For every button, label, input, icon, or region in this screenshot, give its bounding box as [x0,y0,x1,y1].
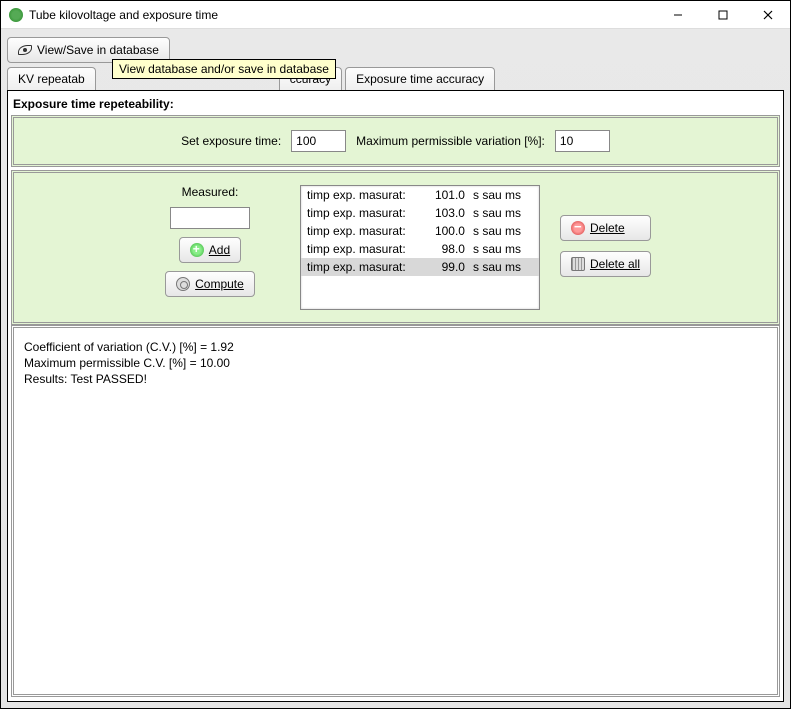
list-item[interactable]: timp exp. masurat:101.0s sau ms [301,186,539,204]
window-title: Tube kilovoltage and exposure time [29,8,655,22]
params-panel: Set exposure time: Maximum permissible v… [11,115,780,167]
group-frame: Exposure time repeteability: Set exposur… [7,90,784,702]
measure-grid: Measured: Add Compute timp exp. masurat:… [26,185,765,310]
group-title: Exposure time repeteability: [13,97,778,111]
delete-all-label: Delete all [590,257,640,271]
delete-all-button[interactable]: Delete all [560,251,651,277]
max-variation-label: Maximum permissible variation [%]: [356,134,545,148]
maximize-button[interactable] [700,1,745,28]
measurements-list[interactable]: timp exp. masurat:101.0s sau mstimp exp.… [300,185,540,310]
list-item[interactable]: timp exp. masurat:99.0s sau ms [301,258,539,276]
set-exposure-input[interactable] [291,130,346,152]
delete-label: Delete [590,221,625,235]
results-box: Coefficient of variation (C.V.) [%] = 1.… [11,325,780,697]
params-row: Set exposure time: Maximum permissible v… [26,130,765,152]
result-line-max: Maximum permissible C.V. [%] = 10.00 [24,356,767,370]
compute-label: Compute [195,277,244,291]
set-exposure-label: Set exposure time: [181,134,281,148]
view-save-label: View/Save in database [37,43,159,57]
measured-column: Measured: Add Compute [140,185,280,297]
list-item[interactable]: timp exp. masurat:98.0s sau ms [301,240,539,258]
window-controls [655,1,790,28]
plus-icon [190,243,204,257]
tooltip: View database and/or save in database [112,59,336,79]
eye-icon [18,45,32,55]
delete-button[interactable]: Delete [560,215,651,241]
measure-panel: Measured: Add Compute timp exp. masurat:… [11,170,780,325]
app-window: Tube kilovoltage and exposure time View/… [0,0,791,709]
list-item[interactable]: timp exp. masurat:100.0s sau ms [301,222,539,240]
toolbar: View/Save in database View database and/… [7,37,784,63]
minus-icon [571,221,585,235]
max-variation-input[interactable] [555,130,610,152]
measured-input[interactable] [170,207,250,229]
tab-exposure-time-accuracy[interactable]: Exposure time accuracy [345,67,495,90]
content-area: View/Save in database View database and/… [1,29,790,708]
app-icon [9,8,23,22]
delete-column: Delete Delete all [560,215,651,277]
result-line-cv: Coefficient of variation (C.V.) [%] = 1.… [24,340,767,354]
list-item[interactable]: timp exp. masurat:103.0s sau ms [301,204,539,222]
add-button[interactable]: Add [179,237,241,263]
minimize-button[interactable] [655,1,700,28]
measured-label: Measured: [182,185,239,199]
result-line-pass: Results: Test PASSED! [24,372,767,386]
close-button[interactable] [745,1,790,28]
trash-icon [571,257,585,271]
gear-icon [176,277,190,291]
add-label: Add [209,243,230,257]
compute-button[interactable]: Compute [165,271,255,297]
tab-kv-repeatability[interactable]: KV repeatab [7,67,96,90]
titlebar: Tube kilovoltage and exposure time [1,1,790,29]
